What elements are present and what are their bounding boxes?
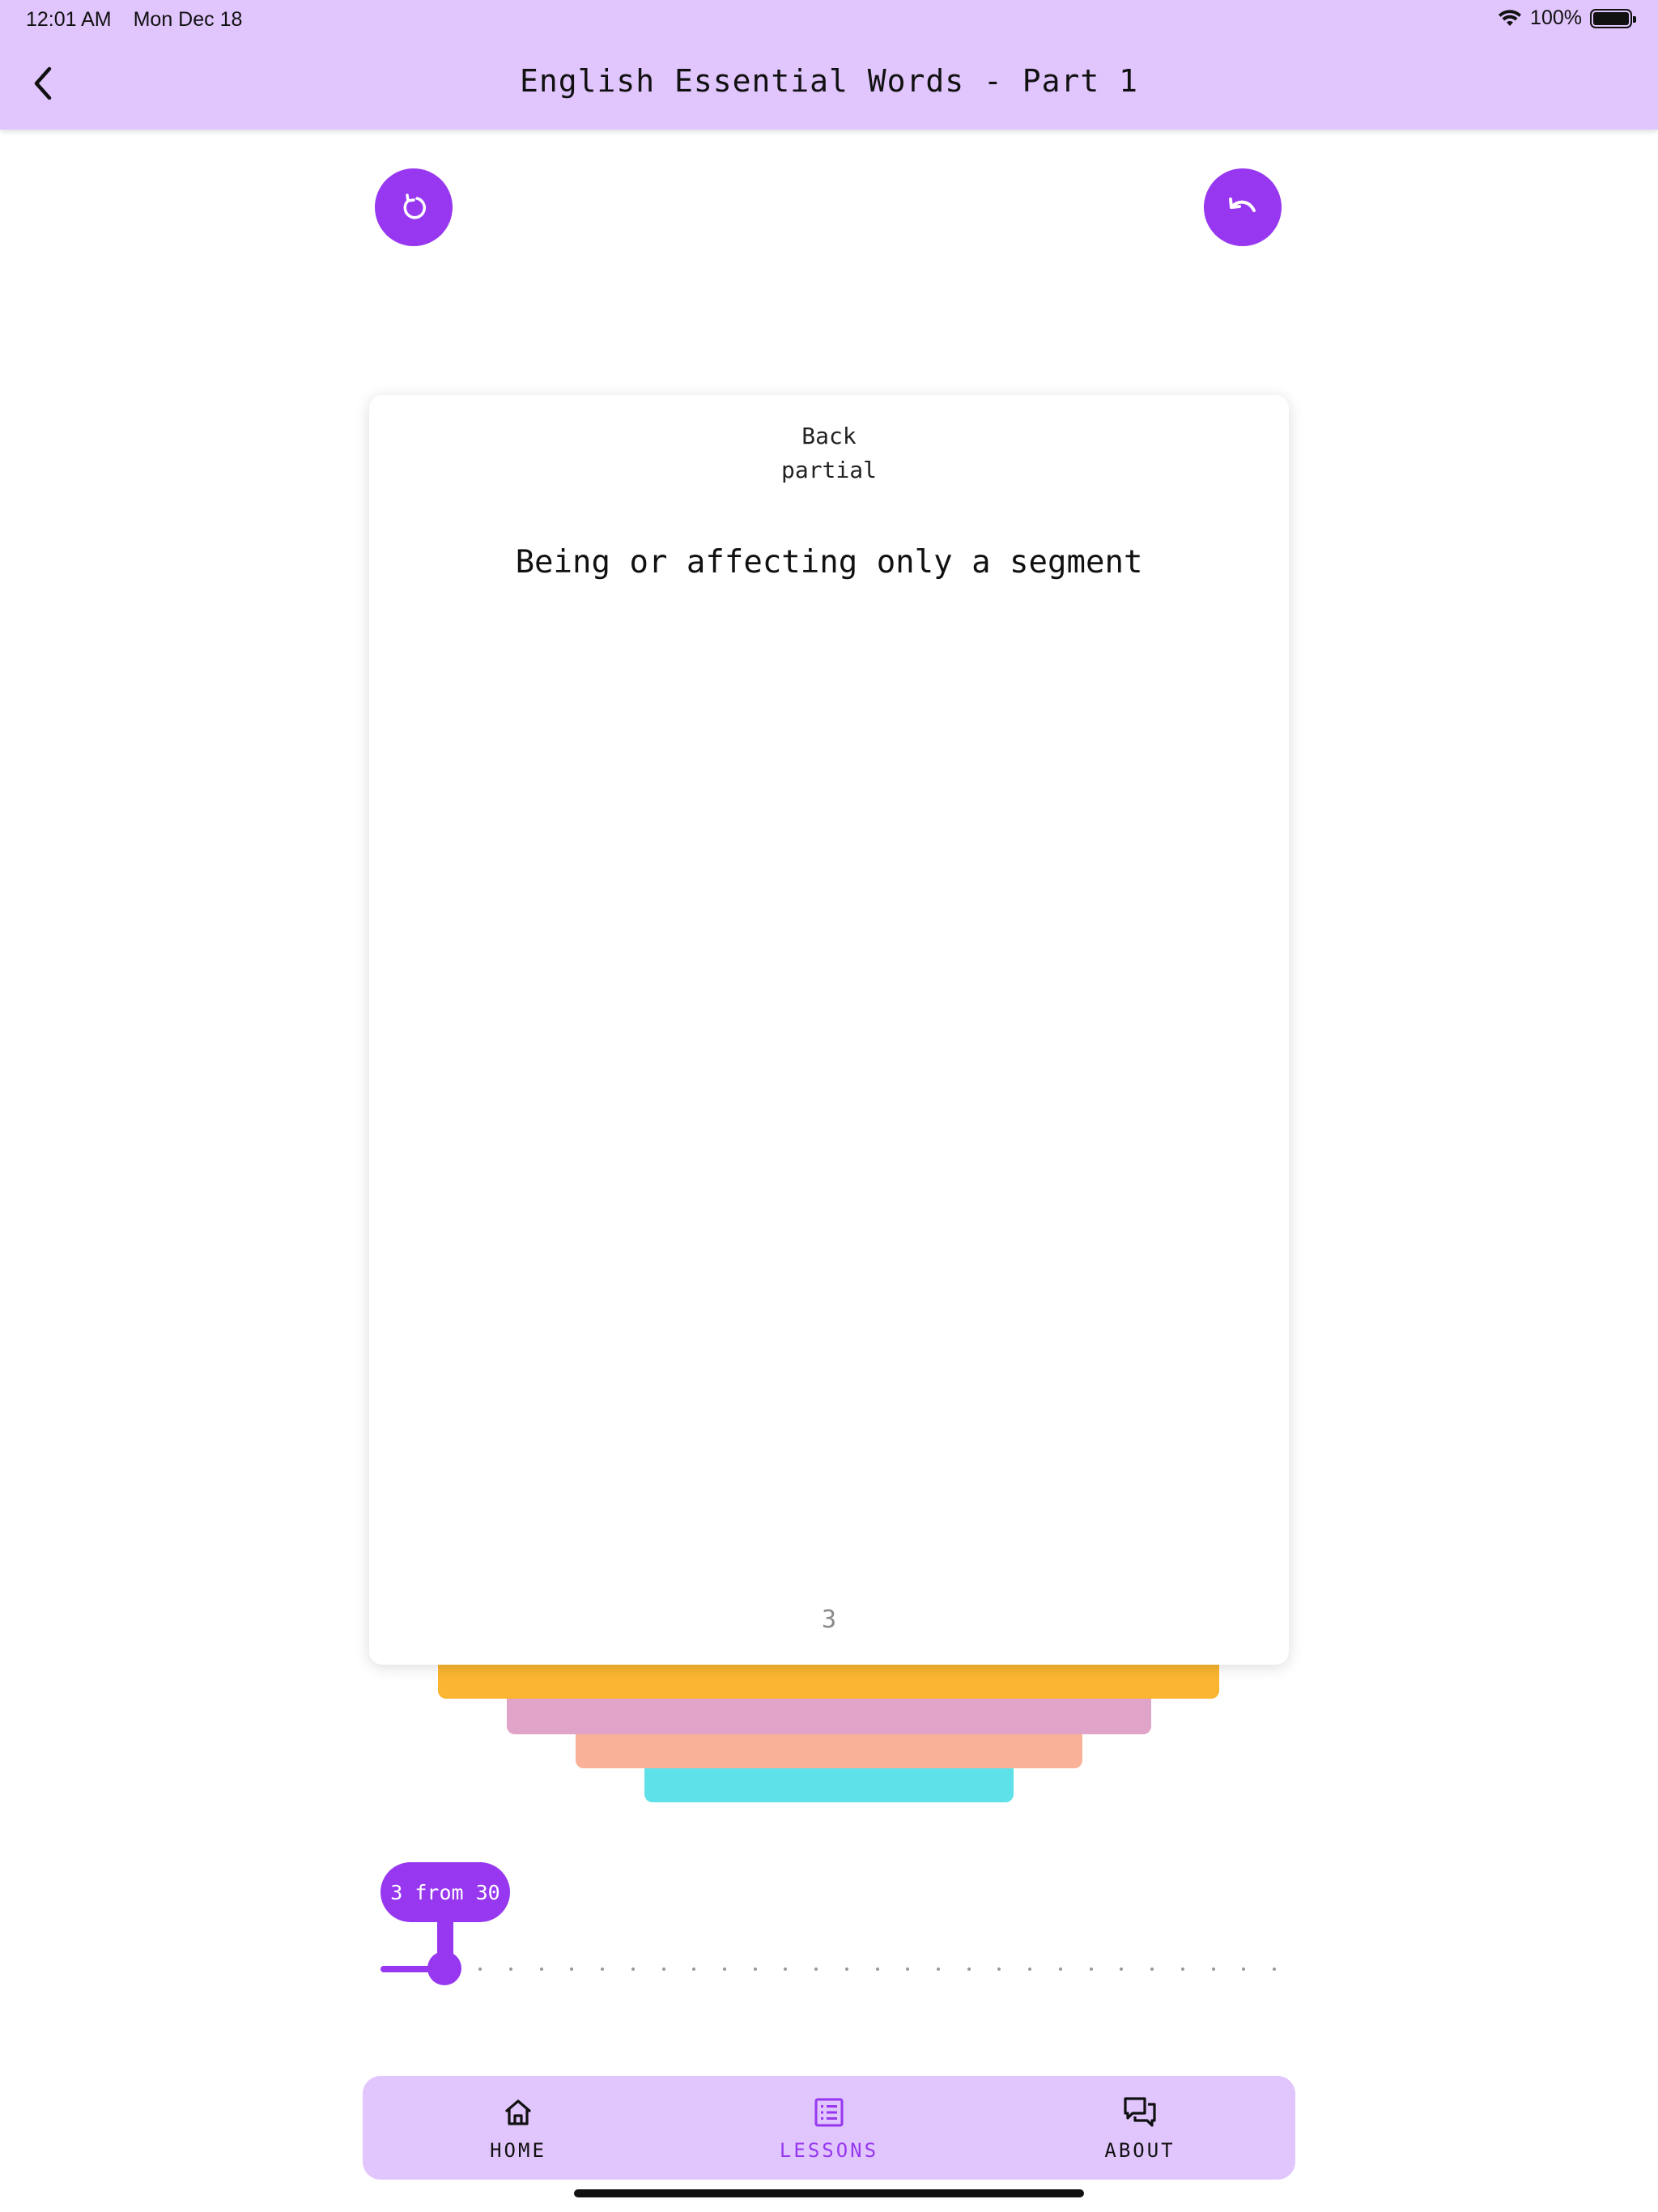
status-indicators: 100% xyxy=(1498,6,1636,30)
slider-step-dot xyxy=(692,1967,695,1971)
slider-step-dot xyxy=(784,1967,787,1971)
card-word: partial xyxy=(780,457,877,483)
tab-lessons[interactable]: LESSONS xyxy=(674,2076,984,2180)
card-number: 3 xyxy=(821,1606,837,1634)
battery-percentage: 100% xyxy=(1530,6,1582,29)
wifi-icon xyxy=(1499,9,1522,26)
undo-icon xyxy=(1229,198,1256,212)
slider-step-dot xyxy=(845,1967,848,1971)
progress-slider[interactable]: 3 from 30 xyxy=(380,1862,1279,1992)
slider-thumb[interactable] xyxy=(427,1951,461,1985)
chat-icon xyxy=(1124,2097,1156,2127)
page-title: English Essential Words - Part 1 xyxy=(519,63,1139,99)
slider-step-dot xyxy=(967,1967,971,1971)
tab-about[interactable]: ABOUT xyxy=(984,2076,1295,2180)
slider-step-dot xyxy=(723,1967,726,1971)
battery-icon xyxy=(1590,8,1636,28)
slider-step-dot xyxy=(540,1967,543,1971)
slider-step-dot xyxy=(906,1967,909,1971)
slider-track[interactable] xyxy=(380,1967,1279,1972)
slider-step-dot xyxy=(876,1967,879,1971)
card-side-label: Back xyxy=(801,423,857,449)
refresh-icon xyxy=(403,194,427,219)
card-definition: Being or affecting only a segment xyxy=(515,544,1143,581)
undo-button[interactable] xyxy=(1204,168,1282,246)
slider-step-dot xyxy=(509,1967,512,1971)
slider-step-dot xyxy=(1090,1967,1093,1971)
status-time: 12:01 AM xyxy=(26,8,112,31)
slider-step-dot xyxy=(754,1967,757,1971)
flashcard[interactable]: Back partial Being or affecting only a s… xyxy=(369,395,1289,1665)
slider-step-dot xyxy=(997,1967,1001,1971)
slider-step-dot xyxy=(478,1967,482,1971)
slider-step-dot xyxy=(1059,1967,1062,1971)
tab-lessons-label: LESSONS xyxy=(779,2139,879,2162)
home-icon xyxy=(505,2099,531,2125)
slider-step-dot xyxy=(1150,1967,1154,1971)
slider-step-dot xyxy=(662,1967,665,1971)
tab-home-label: HOME xyxy=(490,2139,546,2162)
status-time-date: 12:01 AM Mon Dec 18 xyxy=(26,8,242,32)
slider-step-dot xyxy=(1028,1967,1031,1971)
slider-step-dot xyxy=(937,1967,940,1971)
bottom-tab-bar: HOME LESSONS ABOUT xyxy=(363,2076,1295,2180)
list-icon xyxy=(814,2098,844,2127)
slider-step-dot xyxy=(631,1967,635,1971)
slider-step-dot xyxy=(601,1967,604,1971)
slider-step-dot xyxy=(1212,1967,1215,1971)
slider-step-dot xyxy=(1273,1967,1276,1971)
tab-home[interactable]: HOME xyxy=(363,2076,674,2180)
slider-value-label: 3 from 30 xyxy=(380,1862,510,1922)
top-bar: 12:01 AM Mon Dec 18 100% English Essenti… xyxy=(0,0,1658,130)
reset-button[interactable] xyxy=(375,168,453,246)
slider-step-dot xyxy=(1242,1967,1245,1971)
slider-step-dot xyxy=(570,1967,573,1971)
status-date: Mon Dec 18 xyxy=(133,8,243,31)
slider-step-dot xyxy=(1120,1967,1123,1971)
slider-step-dot xyxy=(1181,1967,1184,1971)
slider-step-dot xyxy=(814,1967,818,1971)
tab-about-label: ABOUT xyxy=(1104,2139,1175,2162)
home-indicator xyxy=(574,2189,1084,2197)
